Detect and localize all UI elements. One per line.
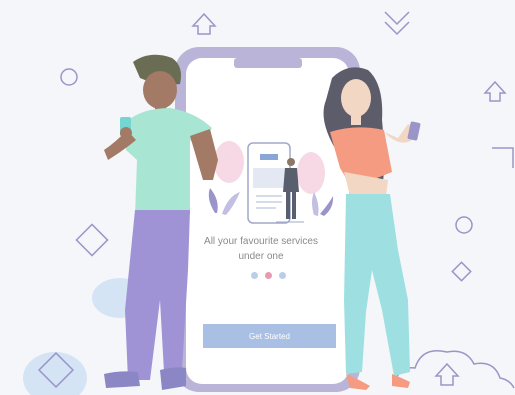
- onboarding-message-line-2: under one: [238, 251, 284, 262]
- onboarding-message: All your favourite services under one: [196, 234, 326, 264]
- diamond-outline-icon: [75, 223, 109, 257]
- circle-outline-icon: [60, 68, 78, 86]
- phone-speaker-notch: [234, 58, 302, 68]
- chevron-up-outline-icon: [191, 12, 217, 35]
- diamond-outline-icon: [451, 261, 472, 282]
- blob-decoration: [23, 352, 87, 395]
- chevron-up-outline-icon: [483, 80, 507, 102]
- pagination-dot-active[interactable]: [265, 272, 272, 279]
- cloud-outline-icon: [394, 350, 515, 389]
- pagination-dot[interactable]: [279, 272, 286, 279]
- pagination-dots: [248, 272, 288, 280]
- circle-outline-icon: [455, 216, 473, 234]
- get-started-button[interactable]: Get Started: [203, 324, 336, 348]
- screen-illustration: [208, 141, 334, 224]
- corner-bracket-icon: [492, 147, 514, 168]
- onboarding-message-line-1: All your favourite services: [204, 236, 318, 247]
- double-chevron-down-icon: [384, 11, 410, 36]
- pagination-dot[interactable]: [251, 272, 258, 279]
